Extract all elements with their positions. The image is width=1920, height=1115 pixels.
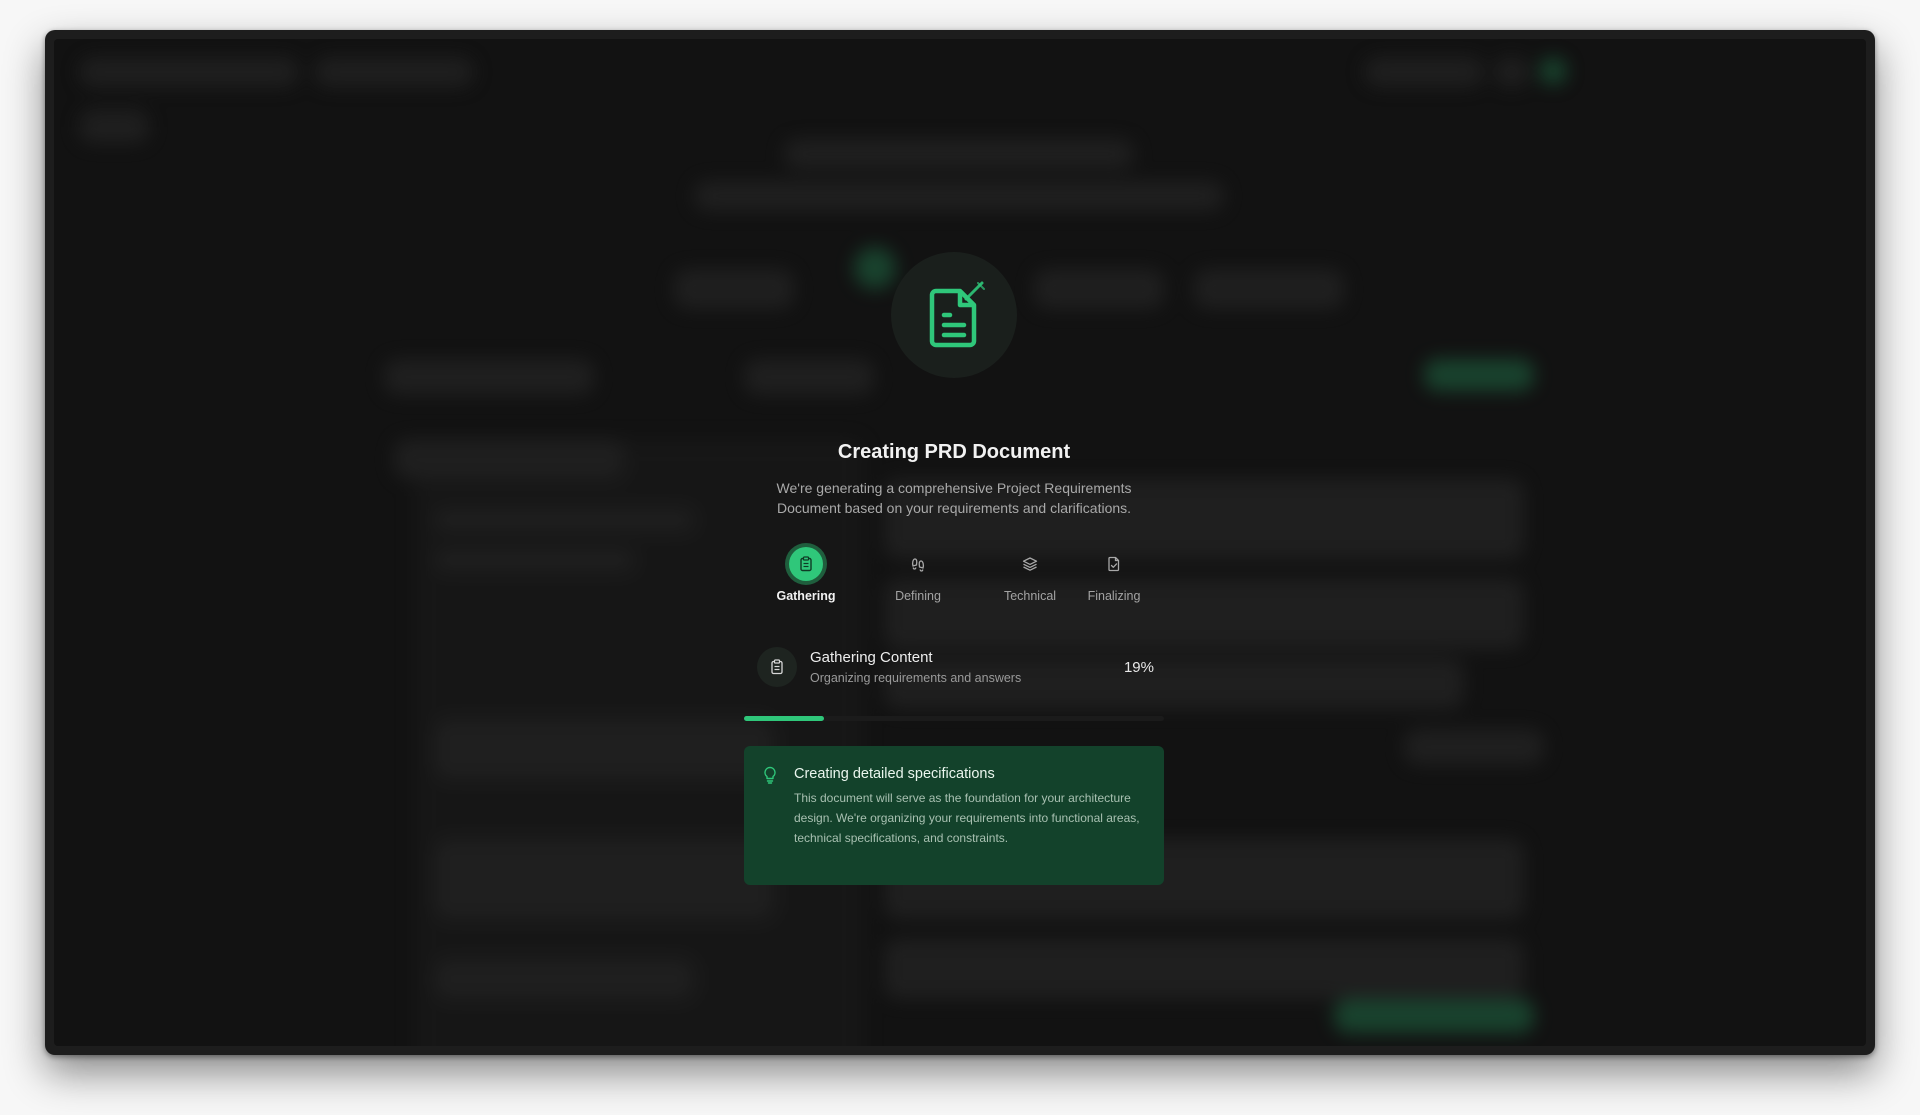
step-defining: Defining — [873, 547, 963, 603]
step-label: Gathering — [776, 589, 836, 603]
step-technical: Technical — [985, 547, 1075, 603]
step-finalizing: Finalizing — [1069, 547, 1159, 603]
step-gathering-indicator — [789, 547, 823, 581]
file-check-icon — [1108, 556, 1120, 572]
clipboard-icon — [800, 556, 812, 572]
prd-generation-modal: Creating PRD Document We're generating a… — [744, 39, 1164, 1039]
footprints-icon — [911, 558, 925, 572]
status-subtitle: Organizing requirements and answers — [810, 671, 1022, 685]
status-icon-container — [757, 647, 797, 687]
info-tip-card: Creating detailed specifications This do… — [744, 746, 1164, 885]
lightbulb-icon — [764, 766, 776, 784]
modal-subtitle: We're generating a comprehensive Project… — [776, 480, 1132, 516]
progress-percent: 19% — [1123, 659, 1154, 676]
step-defining-indicator — [901, 547, 935, 581]
clipboard-icon — [771, 659, 783, 675]
layers-icon — [1022, 557, 1038, 571]
app-window: Creating PRD Document We're generating a… — [45, 30, 1875, 1055]
step-technical-indicator — [1013, 547, 1047, 581]
current-status: Gathering Content Organizing requirement… — [744, 645, 1164, 689]
step-label: Technical — [1003, 589, 1057, 603]
progress-steps: Gathering Defining Technical Finalizing — [744, 547, 1164, 607]
progress-bar — [744, 716, 1164, 721]
tip-body: This document will serve as the foundati… — [794, 791, 1140, 845]
status-title: Gathering Content — [810, 649, 933, 666]
step-gathering: Gathering — [761, 547, 851, 603]
tip-title: Creating detailed specifications — [794, 766, 995, 782]
step-label: Finalizing — [1087, 589, 1141, 603]
app-viewport: Creating PRD Document We're generating a… — [54, 39, 1866, 1046]
hero-document-icon-container — [891, 252, 1017, 378]
modal-title: Creating PRD Document — [837, 441, 1071, 463]
document-edit-icon — [929, 281, 985, 348]
step-finalizing-indicator — [1097, 547, 1131, 581]
progress-bar-fill — [744, 716, 824, 721]
step-label: Defining — [895, 589, 941, 603]
